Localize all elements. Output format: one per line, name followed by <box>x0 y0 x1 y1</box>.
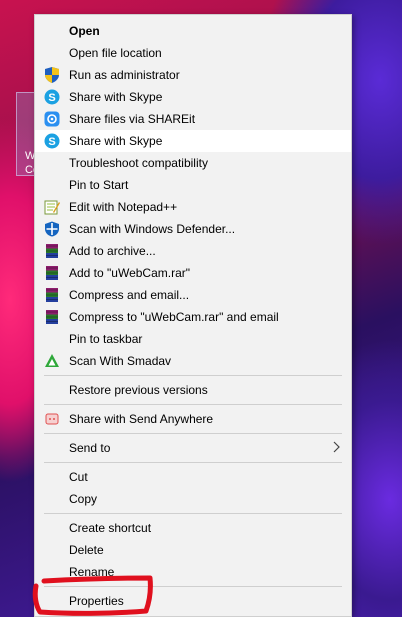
context-menu: Open Open file location Run as administr… <box>34 14 352 617</box>
menu-item-compress-and-email[interactable]: Compress and email... <box>35 284 351 306</box>
menu-item-pin-to-taskbar[interactable]: Pin to taskbar <box>35 328 351 350</box>
menu-item-create-shortcut[interactable]: Create shortcut <box>35 517 351 539</box>
chevron-right-icon <box>333 441 340 453</box>
menu-item-label: Properties <box>69 594 124 608</box>
menu-item-share-with-skype[interactable]: S Share with Skype <box>35 86 351 108</box>
menu-item-label: Add to archive... <box>69 244 156 258</box>
menu-item-share-with-skype-2[interactable]: S Share with Skype <box>35 130 351 152</box>
menu-item-open-file-location[interactable]: Open file location <box>35 42 351 64</box>
menu-item-share-via-shareit[interactable]: Share files via SHAREit <box>35 108 351 130</box>
menu-item-add-to-uwebcam-rar[interactable]: Add to "uWebCam.rar" <box>35 262 351 284</box>
menu-item-pin-to-start[interactable]: Pin to Start <box>35 174 351 196</box>
menu-item-label: Troubleshoot compatibility <box>69 156 208 170</box>
menu-separator <box>44 462 342 463</box>
menu-item-delete[interactable]: Delete <box>35 539 351 561</box>
winrar-icon <box>44 287 60 303</box>
menu-item-label: Pin to Start <box>69 178 129 192</box>
menu-item-label: Compress and email... <box>69 288 190 302</box>
menu-item-compress-to-rar-and-email[interactable]: Compress to "uWebCam.rar" and email <box>35 306 351 328</box>
menu-item-add-to-archive[interactable]: Add to archive... <box>35 240 351 262</box>
smadav-icon <box>44 353 60 369</box>
winrar-icon <box>44 243 60 259</box>
skype-icon: S <box>44 89 60 105</box>
menu-item-rename[interactable]: Rename <box>35 561 351 583</box>
shareit-icon <box>44 111 60 127</box>
menu-item-label: Share files via SHAREit <box>69 112 196 126</box>
menu-item-run-as-administrator[interactable]: Run as administrator <box>35 64 351 86</box>
menu-item-label: Compress to "uWebCam.rar" and email <box>69 310 279 324</box>
winrar-icon <box>44 309 60 325</box>
menu-separator <box>44 404 342 405</box>
send-anywhere-icon <box>44 411 60 427</box>
menu-item-share-with-send-anywhere[interactable]: Share with Send Anywhere <box>35 408 351 430</box>
defender-icon <box>44 221 60 237</box>
menu-item-label: Create shortcut <box>69 521 152 535</box>
menu-item-properties[interactable]: Properties <box>35 590 351 612</box>
menu-item-open[interactable]: Open <box>35 20 351 42</box>
menu-item-label: Restore previous versions <box>69 383 208 397</box>
menu-item-cut[interactable]: Cut <box>35 466 351 488</box>
menu-item-label: Delete <box>69 543 104 557</box>
notepadpp-icon <box>44 199 60 215</box>
menu-item-troubleshoot-compatibility[interactable]: Troubleshoot compatibility <box>35 152 351 174</box>
menu-item-label: Share with Send Anywhere <box>69 412 214 426</box>
menu-item-label: Share with Skype <box>69 134 163 148</box>
menu-item-edit-with-notepadpp[interactable]: Edit with Notepad++ <box>35 196 351 218</box>
svg-text:S: S <box>48 136 55 148</box>
menu-item-label: Send to <box>69 441 111 455</box>
menu-item-scan-with-defender[interactable]: Scan with Windows Defender... <box>35 218 351 240</box>
skype-icon: S <box>44 133 60 149</box>
menu-item-label: Add to "uWebCam.rar" <box>69 266 191 280</box>
winrar-icon <box>44 265 60 281</box>
menu-item-scan-with-smadav[interactable]: Scan With Smadav <box>35 350 351 372</box>
menu-item-label: Edit with Notepad++ <box>69 200 178 214</box>
uac-shield-icon <box>44 67 60 83</box>
menu-separator <box>44 513 342 514</box>
menu-separator <box>44 375 342 376</box>
menu-item-label: Scan with Windows Defender... <box>69 222 236 236</box>
menu-separator <box>44 586 342 587</box>
menu-item-copy[interactable]: Copy <box>35 488 351 510</box>
menu-item-label: Open <box>69 24 100 38</box>
menu-item-label: Pin to taskbar <box>69 332 143 346</box>
svg-text:S: S <box>48 92 55 104</box>
menu-item-label: Run as administrator <box>69 68 180 82</box>
menu-item-label: Rename <box>69 565 115 579</box>
menu-separator <box>44 433 342 434</box>
menu-item-label: Open file location <box>69 46 162 60</box>
menu-item-label: Copy <box>69 492 98 506</box>
menu-item-label: Scan With Smadav <box>69 354 172 368</box>
menu-item-label: Cut <box>69 470 88 484</box>
menu-item-send-to[interactable]: Send to <box>35 437 351 459</box>
menu-item-restore-previous-versions[interactable]: Restore previous versions <box>35 379 351 401</box>
menu-item-label: Share with Skype <box>69 90 163 104</box>
